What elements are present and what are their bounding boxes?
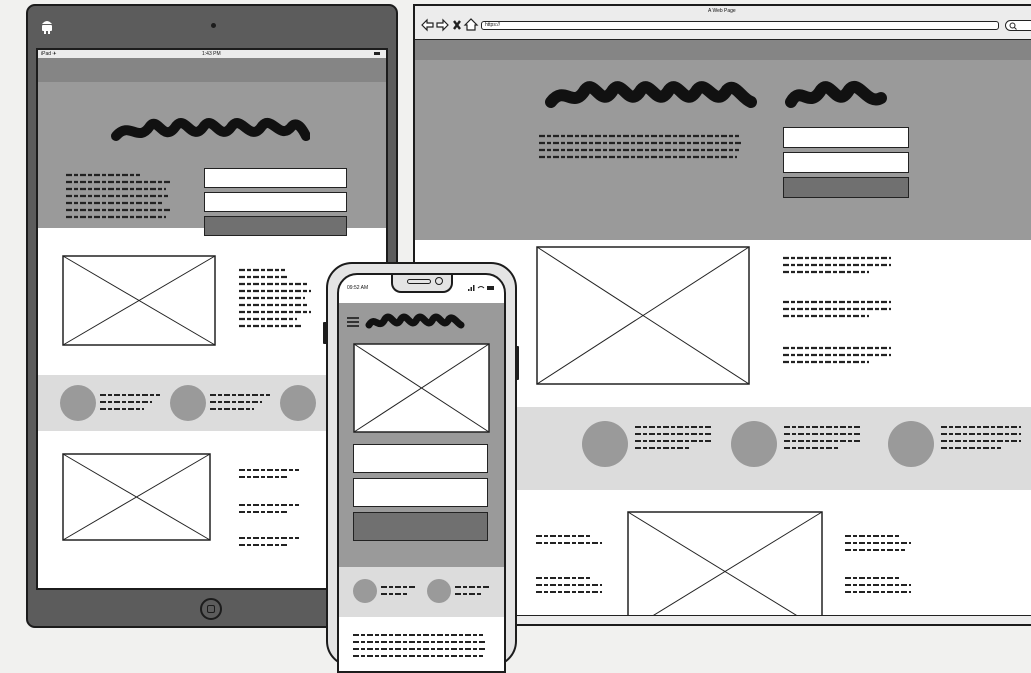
- hero-scribble-text: [66, 173, 170, 219]
- feature-avatar: [170, 385, 206, 421]
- feature-text: [635, 426, 711, 449]
- forward-arrow-icon: [436, 18, 449, 32]
- tablet-text-block-2: [239, 469, 299, 546]
- browser-nav-bar: [415, 40, 1031, 60]
- feature-avatar: [427, 579, 451, 603]
- tablet-status-time: 1:43 PM: [202, 51, 221, 57]
- feature-text: [381, 586, 415, 595]
- phone-notch: [391, 275, 453, 293]
- feature-avatar: [582, 421, 628, 467]
- phone-device: 09:52 AM: [323, 262, 519, 673]
- feature-avatar: [888, 421, 934, 467]
- search-box[interactable]: [1005, 20, 1031, 31]
- tablet-form-field-2[interactable]: [204, 192, 347, 212]
- battery-icon: [487, 286, 494, 290]
- browser-text-block-3: [845, 535, 911, 593]
- tablet-image-placeholder-1: [62, 255, 216, 346]
- hero-scribble-heading: [365, 313, 465, 329]
- back-arrow-icon: [421, 18, 434, 32]
- browser-text-block-1: [783, 256, 891, 364]
- feature-avatar: [60, 385, 96, 421]
- close-icon: [453, 20, 461, 30]
- address-bar[interactable]: https://: [481, 21, 999, 30]
- hamburger-menu-icon[interactable]: [347, 317, 359, 327]
- tablet-form-submit-button[interactable]: [204, 216, 347, 236]
- tablet-home-button[interactable]: [200, 598, 222, 620]
- feature-text: [100, 394, 160, 410]
- address-bar-url: https://: [485, 22, 501, 28]
- feature-text: [941, 426, 1021, 449]
- tablet-status-carrier: iPad ✈: [41, 51, 57, 57]
- browser-hero: [415, 60, 1031, 240]
- feature-avatar: [731, 421, 777, 467]
- phone-speaker: [407, 279, 431, 284]
- phone-form-field-1[interactable]: [353, 444, 488, 473]
- phone-form-field-2[interactable]: [353, 478, 488, 507]
- feature-text: [210, 394, 270, 410]
- hero-scribble-heading: [111, 118, 310, 141]
- browser-title: A Web Page: [708, 8, 736, 14]
- tablet-text-block-1: [239, 268, 311, 328]
- tablet-nav-bar: [38, 58, 386, 82]
- feature-avatar: [353, 579, 377, 603]
- phone-status-icons: [468, 285, 494, 291]
- browser-image-placeholder-1: [536, 246, 750, 385]
- signal-icon: [468, 285, 475, 291]
- phone-status-time: 09:52 AM: [347, 285, 369, 291]
- phone-text-block: [353, 634, 487, 657]
- hero-scribble-text: [539, 134, 743, 159]
- wifi-icon: [477, 286, 485, 289]
- tablet-hero: [38, 82, 386, 236]
- browser-image-placeholder-2: [627, 511, 823, 621]
- hero-scribble-heading: [545, 81, 887, 108]
- phone-hero: [339, 303, 504, 567]
- tablet-form-field-1[interactable]: [204, 168, 347, 188]
- tablet-image-placeholder-2: [62, 453, 211, 541]
- browser-chrome: A Web Page https://: [415, 6, 1031, 40]
- phone-screen: 09:52 AM: [337, 273, 506, 673]
- android-logo-icon: [42, 21, 52, 34]
- home-icon: [463, 18, 479, 31]
- phone-image-placeholder: [353, 343, 490, 433]
- browser-text-block-2: [536, 535, 602, 593]
- phone-feature-band: [339, 567, 504, 617]
- browser-form-field-1[interactable]: [783, 127, 909, 148]
- browser-form-field-2[interactable]: [783, 152, 909, 173]
- phone-form-submit-button[interactable]: [353, 512, 488, 541]
- feature-text: [455, 586, 489, 595]
- tablet-status-bar: iPad ✈ 1:43 PM: [38, 50, 386, 58]
- battery-icon: [374, 52, 380, 55]
- feature-text: [784, 426, 860, 449]
- phone-camera: [435, 277, 443, 285]
- search-icon: [1009, 22, 1017, 30]
- phone-side-button[interactable]: [323, 322, 327, 344]
- browser-form-submit-button[interactable]: [783, 177, 909, 198]
- browser-nav-icons: [421, 18, 479, 32]
- phone-side-button[interactable]: [515, 346, 519, 380]
- feature-avatar: [280, 385, 316, 421]
- tablet-camera: [211, 23, 216, 28]
